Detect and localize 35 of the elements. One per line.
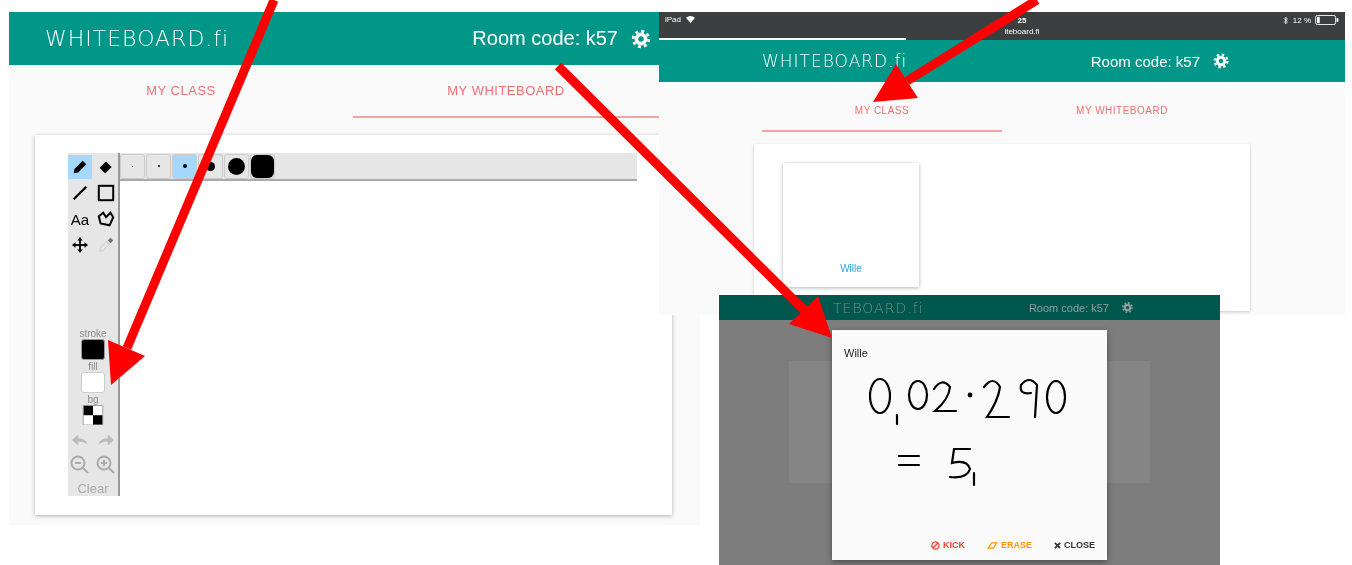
dialog-title: Wille: [844, 347, 869, 359]
fill-swatch[interactable]: [81, 371, 105, 393]
ban-icon: [930, 540, 940, 550]
close-icon: [1054, 541, 1061, 549]
close-button[interactable]: CLOSE: [1054, 540, 1095, 550]
tab[interactable]: MY WHITEBOARD: [1002, 90, 1242, 132]
stroke-label: stroke: [79, 328, 107, 340]
erase-button[interactable]: ERASE: [986, 540, 1032, 550]
settings-icon: [1121, 301, 1134, 314]
url-text: iteboard.fi: [1004, 26, 1040, 37]
wifi-icon: [685, 15, 696, 24]
brush-size-button[interactable]: [250, 153, 275, 179]
room-code: Room code: k57: [1028, 301, 1109, 314]
clock: 25: [1017, 15, 1027, 26]
student-card[interactable]: Wille: [783, 163, 919, 287]
battery-percent: 12 %: [1292, 15, 1311, 25]
bg-label: bg: [87, 393, 99, 405]
bluetooth-icon: [1282, 15, 1289, 25]
app-logo: WHITEBOARD.fi: [762, 51, 908, 71]
eraser-icon: [986, 541, 998, 549]
settings-icon: [630, 27, 652, 50]
battery-icon: [1315, 15, 1339, 25]
tab[interactable]: MY CLASS: [9, 65, 353, 118]
device-name: iPad: [665, 15, 681, 24]
brush-size-button[interactable]: [224, 153, 249, 179]
room-code: Room code: k57: [1090, 52, 1200, 70]
settings-icon: [1212, 52, 1230, 70]
room-code: Room code: k57: [472, 27, 618, 50]
text-tool-button[interactable]: Aa: [68, 207, 92, 231]
app-logo: WHITEBOARD.fi: [45, 26, 230, 51]
checkered-swatch[interactable]: [81, 404, 105, 425]
stroke-swatch[interactable]: [81, 339, 105, 360]
fill-label: fill: [88, 360, 98, 372]
kick-button[interactable]: KICK: [930, 540, 965, 550]
app-logo: TEBOARD.fi: [833, 299, 924, 316]
